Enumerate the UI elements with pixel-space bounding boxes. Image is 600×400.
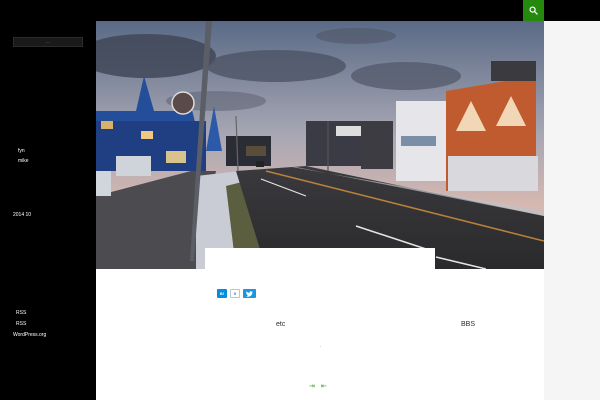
category-link-bbs[interactable]: BBS: [461, 321, 475, 328]
previous-post-link[interactable]: ⇥: [309, 382, 315, 390]
sidebar-link[interactable]: mike: [18, 158, 29, 165]
tweet-button[interactable]: [243, 289, 256, 298]
sidebar-link[interactable]: fyn: [18, 148, 25, 155]
comments-rss-link[interactable]: RSS: [16, 321, 26, 327]
post-navigation: ⇥ ⇤: [309, 382, 327, 390]
hatena-bookmark-count: 0: [230, 289, 240, 298]
main-content: B! 0 etc BBS . ⇥ ⇤: [96, 21, 544, 400]
search-toggle-button[interactable]: [523, 0, 544, 21]
search-icon: [529, 6, 538, 15]
sidebar: fyn mike 2014 10 RSS RSS WordPress.org: [0, 21, 96, 400]
entry-header: [205, 248, 435, 272]
search-input[interactable]: [13, 37, 83, 47]
category-link-etc[interactable]: etc: [276, 321, 285, 328]
rss-link[interactable]: RSS: [16, 310, 26, 316]
site-header: [0, 0, 600, 21]
next-post-link[interactable]: ⇤: [321, 382, 327, 390]
twitter-bird-icon: [246, 290, 253, 297]
archive-link[interactable]: 2014 10: [13, 212, 31, 219]
featured-image: [96, 21, 544, 269]
separator: .: [320, 343, 322, 349]
hatena-bookmark-button[interactable]: B!: [217, 289, 227, 298]
street-photo: [96, 21, 544, 269]
right-margin: [544, 21, 600, 400]
share-buttons: B! 0: [217, 289, 256, 298]
wordpress-link[interactable]: WordPress.org: [13, 332, 46, 338]
